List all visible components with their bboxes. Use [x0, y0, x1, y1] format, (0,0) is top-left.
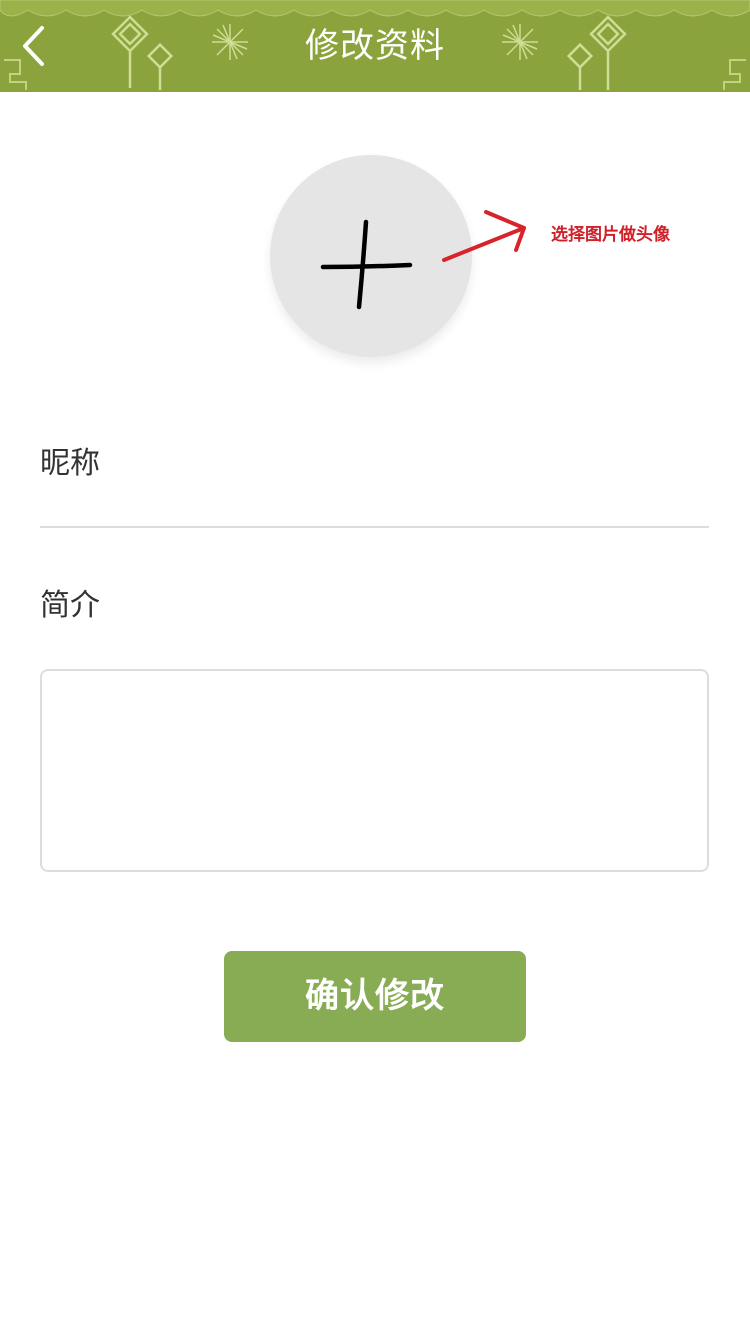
intro-textarea[interactable] — [40, 669, 709, 872]
intro-label: 简介 — [40, 588, 100, 623]
app-header: 修改资料 — [0, 0, 750, 92]
back-button[interactable] — [10, 20, 56, 72]
nickname-label: 昵称 — [40, 446, 100, 481]
nickname-input[interactable] — [40, 482, 709, 528]
avatar-hint-text: 选择图片做头像 — [551, 225, 670, 245]
chevron-left-icon — [23, 26, 44, 66]
arrow-right-icon — [442, 210, 526, 262]
chinese-knot-decoration — [0, 0, 750, 90]
confirm-button[interactable]: 确认修改 — [224, 951, 526, 1042]
